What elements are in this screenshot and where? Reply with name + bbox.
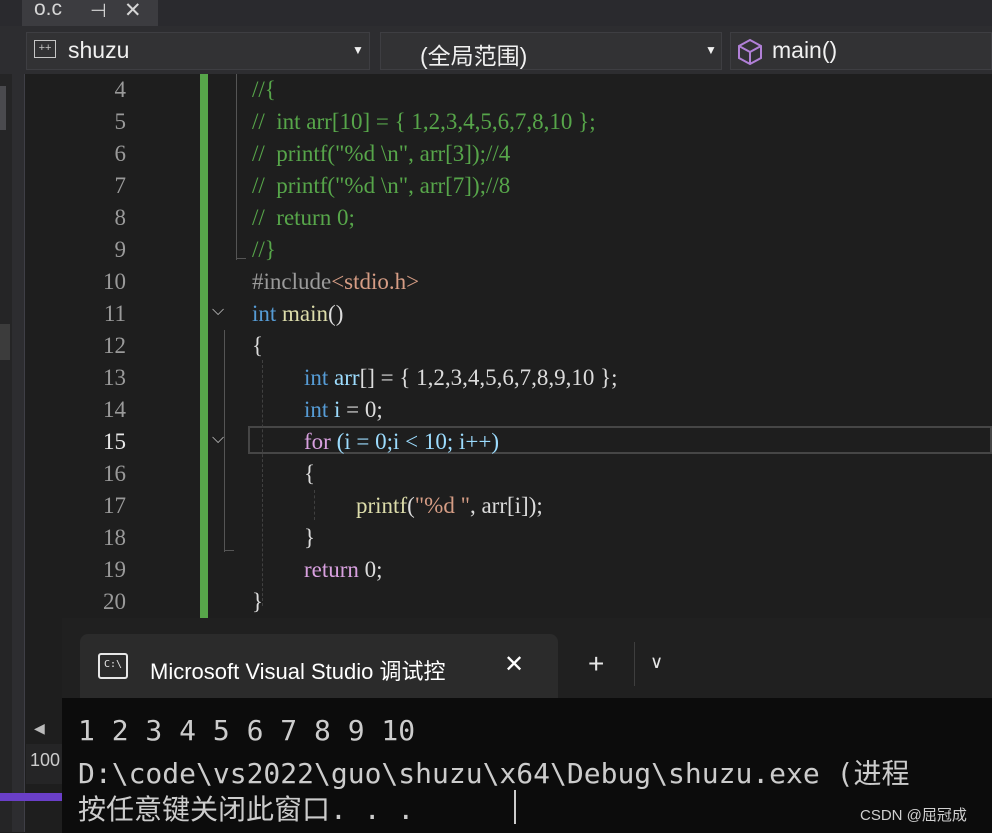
code-line-9: //} [252, 237, 276, 262]
line-number: 9 [114, 237, 127, 262]
fold-region-line [236, 74, 237, 260]
chevron-down-icon[interactable]: ▼ [705, 43, 717, 57]
indent-guide [314, 490, 315, 520]
close-icon[interactable]: ✕ [504, 650, 524, 679]
line-number: 16 [103, 461, 126, 486]
code-line-16: { [304, 461, 316, 486]
line-number: 17 [103, 493, 126, 518]
close-icon[interactable]: ✕ [124, 0, 142, 23]
fold-region-end [224, 550, 234, 551]
code-line-18: } [304, 525, 316, 550]
code-text: () [328, 301, 344, 326]
code-line-4: //{ [252, 77, 276, 102]
scope-dropdown-label: (全局范围) [420, 43, 528, 69]
keyword-return: return [304, 557, 359, 582]
console-output-line: 1 2 3 4 5 6 7 8 9 10 [78, 714, 416, 747]
document-tab-title[interactable]: o.c [34, 0, 62, 21]
indent-guide [262, 360, 263, 606]
line-number: 12 [103, 333, 126, 358]
function-name: printf [356, 493, 408, 518]
code-line-19: return 0; [304, 554, 383, 586]
left-strip-marker [0, 324, 10, 360]
code-line-14: int i = 0; [304, 394, 383, 426]
code-text: = 0; [340, 397, 383, 422]
code-line-8: // return 0; [252, 205, 355, 230]
console-output-line: D:\code\vs2022\guo\shuzu\x64\Debug\shuzu… [78, 757, 910, 790]
include-header: <stdio.h> [331, 269, 420, 294]
keyword-int: int [304, 365, 329, 390]
function-dropdown-label: main() [772, 37, 838, 63]
code-line-13: int arr[] = { 1,2,3,4,5,6,7,8,9,10 }; [304, 362, 618, 394]
code-line-7: // printf("%d \n", arr[7]);//8 [252, 173, 511, 198]
preprocessor-directive: #include [252, 269, 332, 294]
code-line-20: } [252, 589, 264, 614]
text-cursor [514, 790, 516, 824]
tab-divider [634, 642, 635, 686]
fold-region-end [236, 258, 246, 259]
code-text: , arr[i]); [469, 493, 543, 518]
keyword-for: for [304, 429, 331, 454]
line-number: 14 [103, 397, 126, 422]
line-number: 5 [114, 109, 127, 134]
code-line-5: // int arr[10] = { 1,2,3,4,5,6,7,8,10 }; [252, 109, 596, 134]
fold-toggle-icon[interactable]: ⌵ [212, 430, 224, 448]
watermark: CSDN @屈冠成 [860, 807, 967, 824]
line-number: 20 [103, 589, 126, 614]
code-line-15: for (i = 0;i < 10; i++) [304, 426, 499, 458]
keyword-int: int [252, 301, 277, 326]
console-output-line: 按任意键关闭此窗口. . . [78, 793, 415, 826]
add-tab-icon[interactable]: + [588, 648, 604, 680]
cube-icon [738, 38, 762, 66]
keyword-int: int [304, 397, 329, 422]
function-name: main [282, 301, 329, 326]
left-strip-marker [0, 86, 6, 130]
terminal-icon: C:\ [98, 653, 128, 679]
string-literal: "%d " [414, 493, 470, 518]
pin-icon[interactable]: ⊣ [90, 0, 107, 23]
change-tracking-bar [200, 74, 208, 620]
code-text: 0; [358, 557, 383, 582]
variable-name: arr [334, 365, 360, 390]
line-number: 13 [103, 365, 126, 390]
line-number: 7 [114, 173, 127, 198]
project-icon: ++ [34, 40, 56, 58]
status-bar [0, 793, 62, 801]
code-line-17: printf("%d ", arr[i]); [356, 490, 543, 522]
project-dropdown-label: shuzu [68, 37, 130, 63]
left-tool-strip [0, 74, 12, 832]
left-panel-edge [12, 74, 25, 832]
code-text: (i = 0;i < 10; i++) [330, 429, 499, 454]
line-number: 8 [114, 205, 127, 230]
zoom-level[interactable]: 100 [30, 750, 60, 771]
line-number: 11 [103, 301, 126, 326]
fold-region-line [224, 330, 225, 552]
line-number: 4 [114, 77, 127, 102]
code-text: [] = { 1,2,3,4,5,6,7,8,9,10 }; [359, 365, 618, 390]
scroll-left-icon[interactable]: ◀ [34, 720, 45, 737]
fold-toggle-icon[interactable]: ⌵ [212, 302, 224, 320]
line-number: 10 [103, 269, 126, 294]
line-number: 18 [103, 525, 126, 550]
line-number: 19 [103, 557, 126, 582]
chevron-down-icon[interactable]: ∨ [650, 652, 663, 673]
code-line-10: #include<stdio.h> [252, 266, 419, 298]
line-number: 6 [114, 141, 127, 166]
code-line-11: int main() [252, 298, 343, 330]
code-text: ( [407, 493, 415, 518]
chevron-down-icon[interactable]: ▼ [352, 43, 364, 57]
console-tab-title: Microsoft Visual Studio 调试控 [150, 659, 446, 684]
code-line-6: // printf("%d \n", arr[3]);//4 [252, 141, 511, 166]
line-number-current: 15 [103, 429, 126, 454]
function-dropdown[interactable] [730, 32, 992, 70]
code-line-12: { [252, 333, 264, 358]
